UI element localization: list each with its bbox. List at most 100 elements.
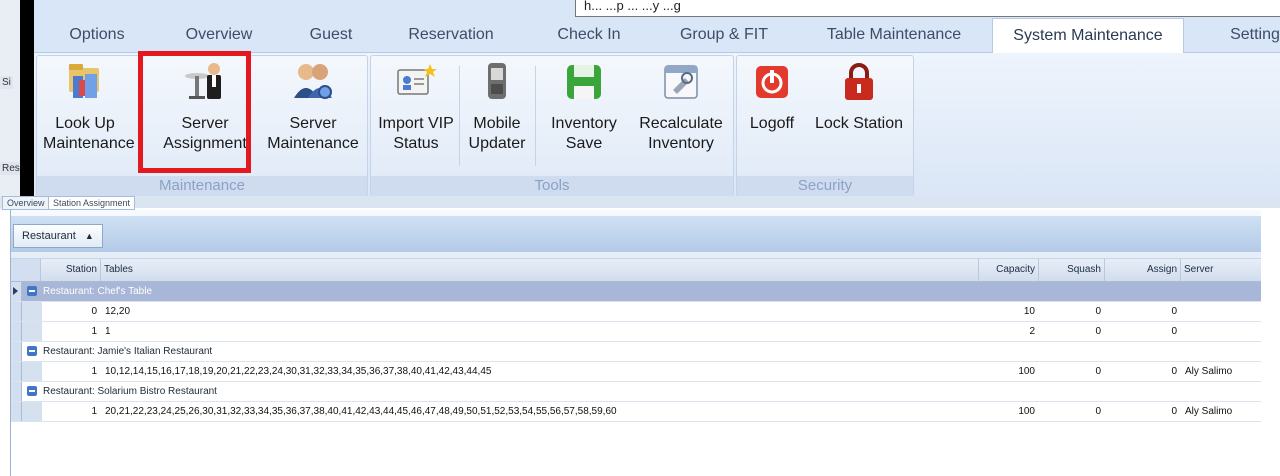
- collapse-icon[interactable]: [27, 386, 37, 396]
- tab-system-maintenance[interactable]: System Maintenance: [992, 18, 1184, 54]
- group-title: Restaurant: Solarium Bistro Restaurant: [43, 386, 217, 397]
- background-text-fragment: Res: [0, 162, 22, 175]
- tab-reservation[interactable]: Reservation: [391, 18, 511, 52]
- lookup-maintenance-icon: [69, 64, 99, 98]
- ribbon-separator: [535, 66, 536, 166]
- import-vip-label-2: Status: [393, 135, 439, 152]
- background-text-fragment: Si: [0, 76, 13, 89]
- table-row[interactable]: 1 10,12,14,15,16,17,18,19,20,21,22,23,24…: [11, 362, 1261, 382]
- row-selector[interactable]: [11, 382, 22, 401]
- current-row-arrow-icon: [13, 287, 18, 295]
- doc-tab-station-assignment[interactable]: Station Assignment: [48, 196, 136, 210]
- cell-server: [1185, 302, 1261, 321]
- group-by-chip[interactable]: Restaurant ▲: [13, 224, 103, 248]
- recalculate-inventory-button[interactable]: Recalculate Inventory: [633, 60, 729, 168]
- server-maintenance-icon: [294, 64, 332, 99]
- server-maintenance-button[interactable]: Server Maintenance: [263, 60, 363, 168]
- row-selector[interactable]: [11, 302, 22, 321]
- lock-station-button[interactable]: Lock Station: [807, 60, 911, 168]
- recalculate-calendar-icon: [664, 65, 698, 99]
- group-security: Logoff Lock Station Security: [736, 55, 914, 197]
- highlight-annotation: [138, 51, 251, 173]
- cell-tables: 20,21,22,23,24,25,26,30,31,32,33,34,35,3…: [105, 406, 617, 417]
- import-vip-label-1: Import VIP: [378, 115, 454, 132]
- cell-tables: 1: [105, 326, 111, 337]
- mobile-updater-button[interactable]: Mobile Updater: [461, 60, 533, 168]
- row-indent: [22, 362, 42, 381]
- column-header-squash[interactable]: Squash: [1039, 259, 1105, 281]
- table-row[interactable]: 1 1 2 0 0: [11, 322, 1261, 342]
- header-spacer: [11, 259, 41, 281]
- column-header-tables[interactable]: Tables: [101, 259, 979, 281]
- group-row-jamies-italian[interactable]: Restaurant: Jamie's Italian Restaurant: [11, 342, 1261, 362]
- cell-assign: 0: [1171, 366, 1177, 377]
- group-label-security: Security: [737, 176, 913, 196]
- inventory-save-label-1: Inventory: [551, 115, 617, 132]
- tab-group-fit[interactable]: Group & FIT: [659, 18, 789, 52]
- row-indent: [22, 302, 42, 321]
- recalculate-label-2: Inventory: [648, 135, 714, 152]
- tab-options[interactable]: Options: [52, 18, 142, 52]
- inventory-save-label-2: Save: [565, 135, 603, 152]
- cell-assign: 0: [1171, 326, 1177, 337]
- mobile-device-icon: [488, 63, 506, 99]
- lookup-maintenance-label-1: Look Up: [55, 115, 115, 132]
- group-by-bar: Restaurant ▲: [11, 216, 1261, 252]
- cell-station: 0: [91, 306, 97, 317]
- cell-capacity: 100: [1018, 366, 1035, 377]
- sort-ascending-icon: ▲: [84, 231, 94, 241]
- station-grid: Restaurant ▲ Station Tables Capacity Squ…: [10, 210, 1261, 476]
- cell-squash: 0: [1095, 306, 1101, 317]
- cell-station: 1: [91, 326, 97, 337]
- table-row[interactable]: 0 12,20 10 0 0: [11, 302, 1261, 322]
- save-disk-icon: [567, 65, 601, 99]
- cell-tables: 10,12,14,15,16,17,18,19,20,21,22,23,24,3…: [105, 366, 492, 377]
- doc-tab-overview[interactable]: Overview: [2, 196, 50, 210]
- recalculate-label-1: Recalculate: [639, 115, 723, 132]
- cell-server: Aly Salimo: [1185, 406, 1233, 417]
- column-header-server[interactable]: Server: [1181, 259, 1261, 281]
- lock-icon: [845, 63, 873, 100]
- row-selector[interactable]: [11, 342, 22, 361]
- tab-check-in[interactable]: Check In: [544, 18, 634, 52]
- ribbon-separator: [459, 66, 460, 166]
- server-maintenance-label-2: Maintenance: [267, 135, 359, 152]
- row-selector[interactable]: [11, 362, 22, 381]
- cell-assign: 0: [1171, 406, 1177, 417]
- tab-overview[interactable]: Overview: [169, 18, 269, 52]
- tab-setting[interactable]: Setting: [1210, 18, 1280, 52]
- vip-card-icon: [397, 64, 437, 95]
- group-label-tools: Tools: [371, 176, 733, 196]
- lookup-maintenance-button[interactable]: Look Up Maintenance: [43, 60, 135, 168]
- row-selector[interactable]: [11, 322, 22, 341]
- cell-capacity: 2: [1029, 326, 1035, 337]
- inventory-save-button[interactable]: Inventory Save: [539, 60, 629, 168]
- collapse-icon[interactable]: [27, 346, 37, 356]
- logoff-button[interactable]: Logoff: [739, 60, 805, 168]
- row-selector[interactable]: [11, 282, 22, 301]
- cell-squash: 0: [1095, 326, 1101, 337]
- cell-station: 1: [91, 406, 97, 417]
- server-maintenance-label-1: Server: [289, 115, 337, 132]
- tab-guest[interactable]: Guest: [296, 18, 366, 52]
- tab-table-maintenance[interactable]: Table Maintenance: [814, 18, 974, 52]
- row-selector[interactable]: [11, 402, 22, 421]
- group-row-chefs-table[interactable]: Restaurant: Chef's Table: [11, 282, 1261, 302]
- column-header-station[interactable]: Station: [41, 259, 101, 281]
- power-icon: [756, 66, 788, 98]
- cell-capacity: 100: [1018, 406, 1035, 417]
- logoff-label: Logoff: [749, 115, 795, 132]
- group-title: Restaurant: Chef's Table: [43, 286, 153, 297]
- column-header-capacity[interactable]: Capacity: [979, 259, 1039, 281]
- mobile-updater-label-1: Mobile: [473, 115, 521, 132]
- column-header-assign[interactable]: Assign: [1105, 259, 1181, 281]
- cell-server: Aly Salimo: [1185, 366, 1233, 377]
- collapse-icon[interactable]: [27, 286, 37, 296]
- group-title: Restaurant: Jamie's Italian Restaurant: [43, 346, 213, 357]
- group-by-panel: Restaurant ▲: [11, 210, 1261, 259]
- import-vip-status-button[interactable]: Import VIP Status: [373, 60, 459, 168]
- table-row[interactable]: 1 20,21,22,23,24,25,26,30,31,32,33,34,35…: [11, 402, 1261, 422]
- group-row-solarium-bistro[interactable]: Restaurant: Solarium Bistro Restaurant: [11, 382, 1261, 402]
- mobile-updater-label-2: Updater: [468, 135, 526, 152]
- grid-header: Station Tables Capacity Squash Assign Se…: [11, 259, 1261, 282]
